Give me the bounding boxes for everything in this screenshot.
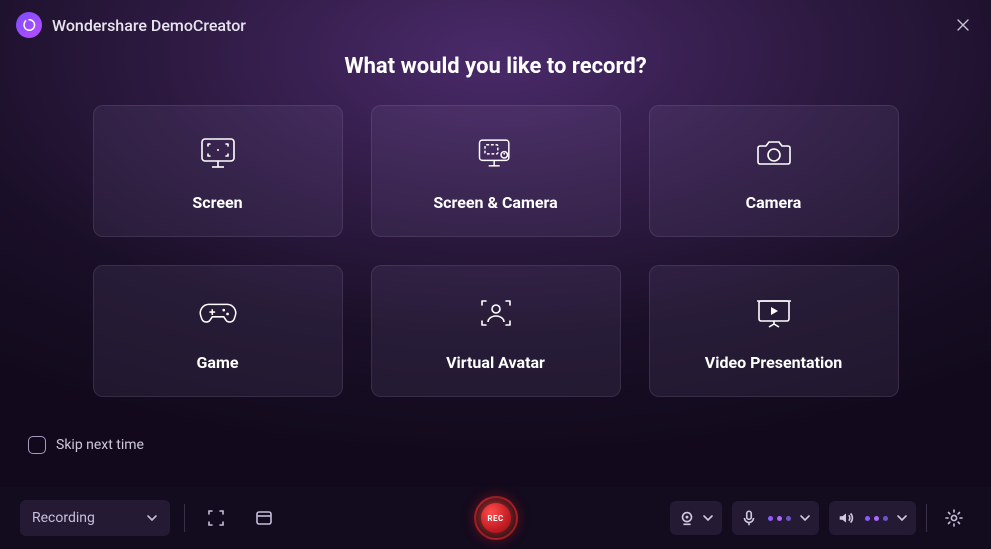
chevron-down-icon [702, 512, 714, 524]
chevron-down-icon [799, 512, 811, 524]
screen-icon [196, 131, 240, 175]
mode-select-label: Recording [32, 510, 95, 526]
level-dots [764, 516, 793, 521]
separator [184, 504, 185, 532]
option-label: Screen & Camera [433, 193, 557, 212]
close-button[interactable] [951, 13, 975, 37]
selection-icon [206, 508, 226, 528]
level-dots [861, 516, 890, 521]
skip-row: Skip next time [28, 436, 144, 454]
option-card-screen[interactable]: Screen [93, 105, 343, 237]
microphone-select[interactable] [732, 501, 819, 535]
screen-camera-icon [474, 131, 518, 175]
skip-label: Skip next time [56, 437, 144, 453]
option-label: Video Presentation [705, 353, 842, 372]
page-heading: What would you like to record? [0, 54, 991, 79]
chevron-down-icon [146, 512, 158, 524]
option-card-screen-camera[interactable]: Screen & Camera [371, 105, 621, 237]
right-controls [670, 501, 971, 535]
titlebar: Wondershare DemoCreator [0, 0, 991, 46]
webcam-select[interactable] [670, 501, 722, 535]
avatar-focus-icon [474, 291, 518, 335]
chevron-down-icon [896, 512, 908, 524]
app-logo-icon [16, 12, 42, 38]
options-grid: Screen Screen & Camera Camera [0, 105, 991, 397]
speaker-select[interactable] [829, 501, 916, 535]
option-card-game[interactable]: Game [93, 265, 343, 397]
option-card-virtual-avatar[interactable]: Virtual Avatar [371, 265, 621, 397]
settings-button[interactable] [937, 501, 971, 535]
option-label: Camera [746, 193, 802, 212]
titlebar-left: Wondershare DemoCreator [16, 12, 246, 38]
separator [926, 504, 927, 532]
speaker-icon [837, 509, 855, 527]
option-card-camera[interactable]: Camera [649, 105, 899, 237]
bottombar: Recording REC [0, 487, 991, 549]
option-card-video-presentation[interactable]: Video Presentation [649, 265, 899, 397]
microphone-icon [740, 509, 758, 527]
mode-select[interactable]: Recording [20, 500, 170, 536]
camera-icon [752, 131, 796, 175]
window-icon [254, 508, 274, 528]
app-title: Wondershare DemoCreator [52, 16, 246, 35]
record-icon: REC [481, 503, 511, 533]
option-label: Virtual Avatar [446, 353, 545, 372]
capture-area-button[interactable] [199, 501, 233, 535]
gear-icon [944, 508, 964, 528]
window-select-button[interactable] [247, 501, 281, 535]
record-button[interactable]: REC [474, 496, 518, 540]
option-label: Screen [192, 193, 242, 212]
skip-checkbox[interactable] [28, 436, 46, 454]
webcam-icon [678, 509, 696, 527]
gamepad-icon [196, 291, 240, 335]
presentation-icon [752, 291, 796, 335]
option-label: Game [197, 353, 239, 372]
